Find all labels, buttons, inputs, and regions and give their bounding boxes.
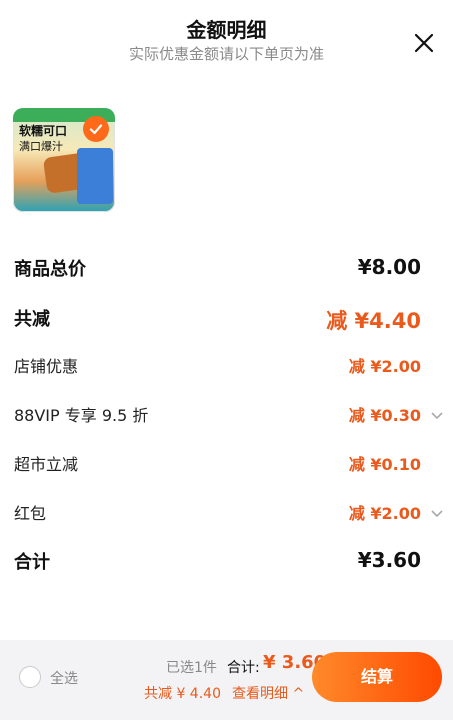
row-amount: 减 ¥0.10 [348, 455, 421, 474]
select-all-radio[interactable] [19, 666, 41, 688]
row-label: 店铺优惠 [14, 357, 79, 376]
view-detail-link[interactable]: 查看明细 ^ [232, 683, 304, 703]
row-label: 超市立减 [14, 455, 79, 474]
row-goods-total: 商品总价 ¥8.00 [14, 255, 421, 283]
saved-amount: 共减 ¥ 4.40 [144, 686, 221, 702]
row-grand-total: 合计 ¥3.60 [14, 548, 421, 576]
row-label: 红包 [14, 504, 47, 523]
row-label: 商品总价 [14, 259, 86, 280]
chevron-down-icon[interactable] [431, 405, 443, 420]
row-red-packet[interactable]: 红包 减 ¥2.00 [14, 500, 443, 524]
row-label: 合计 [14, 552, 50, 573]
checkout-button[interactable]: 结算 [312, 652, 442, 702]
row-amount: 减 ¥2.00 [348, 357, 421, 376]
row-amount: ¥8.00 [357, 255, 421, 279]
selected-count: 已选1件 [166, 660, 217, 676]
row-amount: ¥3.60 [357, 548, 421, 572]
sheet-header: 金额明细 实际优惠金额请以下单页为准 [0, 0, 453, 80]
chevron-down-icon[interactable] [431, 503, 443, 518]
row-amount: 减 ¥2.00 [348, 504, 421, 523]
close-icon[interactable] [413, 32, 435, 54]
row-amount: 减 ¥4.40 [326, 309, 421, 333]
product-package-image [77, 148, 113, 204]
product-thumbnail[interactable]: 软糯可口 满口爆汁 [13, 108, 115, 212]
sheet-title: 金额明细 [186, 18, 267, 42]
product-image-text-1: 软糯可口 [19, 124, 68, 138]
sheet-subtitle: 实际优惠金额请以下单页为准 [128, 45, 324, 63]
subtotal-label: 合计: [227, 660, 260, 676]
row-amount: 减 ¥0.30 [348, 406, 421, 425]
row-label: 88VIP 专享 9.5 折 [14, 406, 149, 425]
row-shop-discount: 店铺优惠 减 ¥2.00 [14, 353, 421, 377]
selected-check-icon[interactable] [83, 116, 109, 142]
row-88vip-discount[interactable]: 88VIP 专享 9.5 折 减 ¥0.30 [14, 402, 443, 426]
row-total-discount: 共减 减 ¥4.40 [14, 305, 421, 333]
product-image-text-2: 满口爆汁 [19, 140, 63, 153]
row-market-discount: 超市立减 减 ¥0.10 [14, 451, 421, 475]
amount-detail-sheet: 金额明细 实际优惠金额请以下单页为准 软糯可口 满口爆汁 商品总价 ¥8.00 … [0, 0, 453, 640]
select-all-label[interactable]: 全选 [50, 668, 78, 688]
row-label: 共减 [14, 309, 50, 330]
